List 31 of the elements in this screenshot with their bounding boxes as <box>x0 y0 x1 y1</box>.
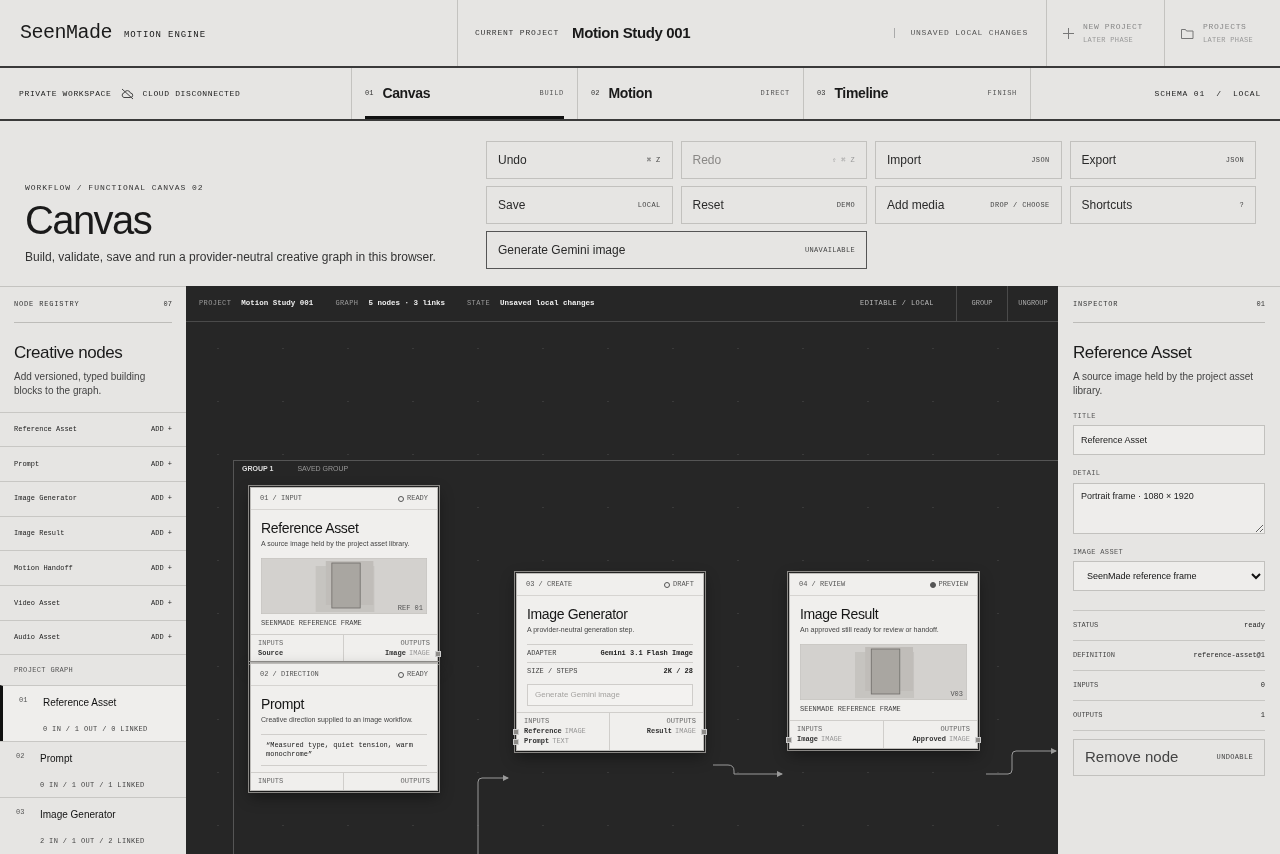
output-port[interactable] <box>975 736 981 743</box>
node-title: Image Result <box>800 606 880 623</box>
brand-tagline: MOTION ENGINE <box>124 29 206 43</box>
save-state: UNSAVED LOCAL CHANGES <box>910 27 1028 39</box>
input-port[interactable] <box>786 736 792 743</box>
workspace-label: PRIVATE WORKSPACE <box>19 87 112 100</box>
current-project-label: CURRENT PROJECT <box>475 27 559 39</box>
page-description: Build, validate, save and run a provider-neutral creative graph in this browser. <box>25 249 437 266</box>
node-title: Prompt <box>261 696 306 713</box>
cloud-status: CLOUD DISCONNECTED <box>142 87 241 100</box>
cloud-off-icon <box>120 87 134 100</box>
schema-label: SCHEMA 01 / LOCAL <box>1154 87 1261 100</box>
page-title: Canvas <box>25 198 153 242</box>
output-port[interactable] <box>701 728 707 735</box>
registry-title: Creative nodes <box>14 342 124 364</box>
output-port[interactable] <box>435 650 441 657</box>
title-field[interactable]: Reference Asset <box>1073 425 1265 455</box>
node-title: Image Generator <box>527 606 629 623</box>
connector-line <box>712 764 783 777</box>
project-name: Motion Study 001 <box>572 22 691 43</box>
registry-description: Add versioned, typed building blocks to the graph. <box>14 369 147 398</box>
asset-select[interactable]: SeenMade reference frame <box>1073 561 1265 591</box>
detail-field[interactable]: Portrait frame · 1080 × 1920 <box>1073 482 1265 534</box>
breadcrumb: WORKFLOW / FUNCTIONAL CANVAS 02 <box>25 182 205 194</box>
plus-icon <box>1063 27 1074 39</box>
inspector-title: Reference Asset <box>1073 342 1193 364</box>
connector-line <box>985 748 1057 775</box>
brand-logo[interactable]: SeenMade <box>20 18 112 48</box>
folder-icon <box>1181 27 1194 39</box>
inspector-description: A source image held by the project asset library. <box>1073 369 1255 398</box>
node-title: Reference Asset <box>261 520 360 537</box>
